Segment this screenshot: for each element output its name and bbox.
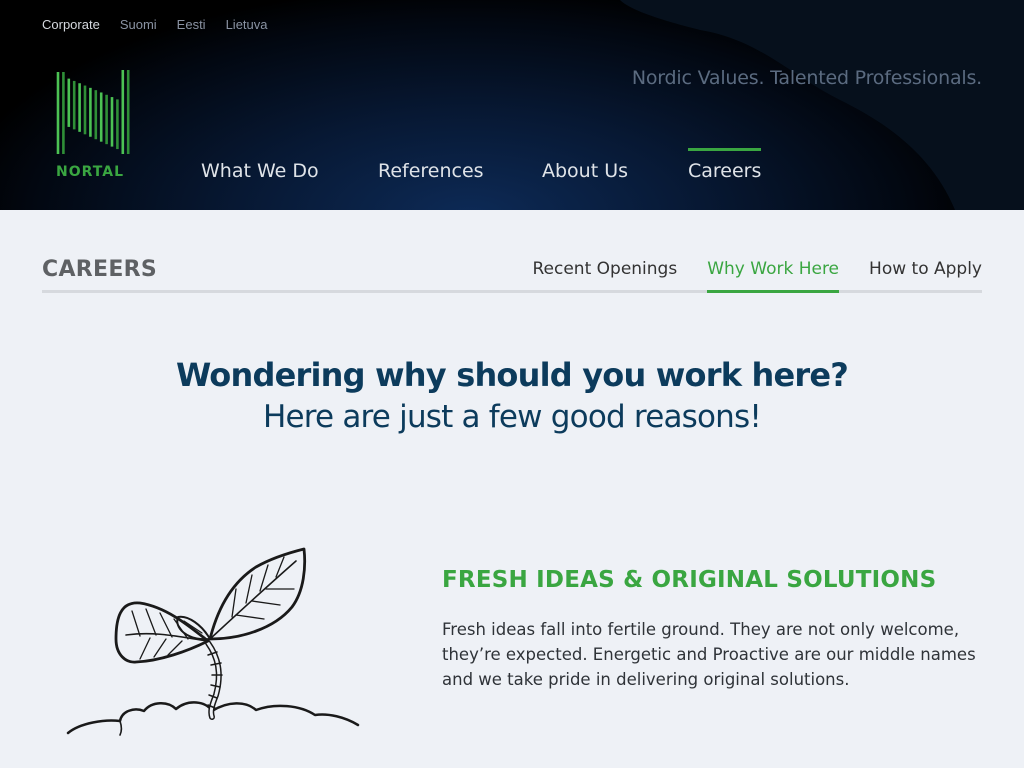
hero-title: Wondering why should you work here?	[175, 356, 849, 394]
subnav-recent-openings[interactable]: Recent Openings	[532, 259, 677, 293]
subnav-how-to-apply[interactable]: How to Apply	[869, 259, 982, 293]
nav-about-us[interactable]: About Us	[542, 148, 628, 188]
language-bar: Corporate Suomi Eesti Lietuva	[42, 17, 288, 32]
nortal-logo[interactable]: NORTAL	[56, 68, 136, 184]
lang-link-lietuva[interactable]: Lietuva	[226, 17, 268, 32]
header-tagline: Nordic Values. Talented Professionals.	[631, 67, 982, 89]
logo-wordmark: NORTAL	[56, 164, 124, 180]
hero: Wondering why should you work here? Here…	[0, 353, 1024, 437]
section-title: CAREERS	[42, 257, 158, 282]
feature-title: FRESH IDEAS & ORIGINAL SOLUTIONS	[442, 567, 937, 593]
sprout-illustration-icon	[66, 547, 360, 736]
hero-subtitle: Here are just a few good reasons!	[262, 399, 762, 435]
careers-subnav: Recent Openings Why Work Here How to App…	[502, 259, 982, 293]
nav-what-we-do[interactable]: What We Do	[201, 148, 319, 188]
nav-careers[interactable]: Careers	[688, 148, 762, 188]
subnav-why-work-here[interactable]: Why Work Here	[707, 259, 839, 293]
site-header: Corporate Suomi Eesti Lietuva NORTAL Nor…	[0, 0, 1024, 210]
feature-text: Fresh ideas fall into fertile ground. Th…	[442, 620, 976, 689]
nortal-n-logo-icon	[56, 70, 130, 154]
nav-references[interactable]: References	[378, 148, 484, 188]
lang-link-suomi[interactable]: Suomi	[120, 17, 157, 32]
lang-link-corporate[interactable]: Corporate	[42, 17, 100, 32]
lang-link-eesti[interactable]: Eesti	[177, 17, 206, 32]
